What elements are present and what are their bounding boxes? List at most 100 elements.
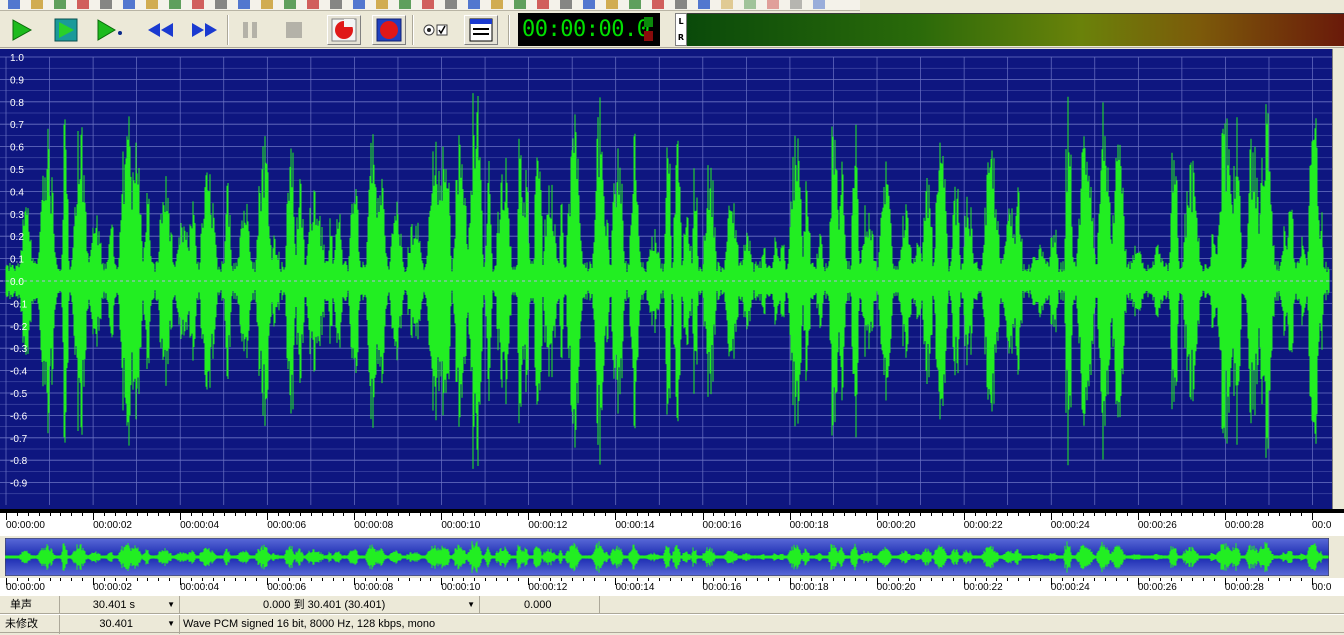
toolbar-mini-icon[interactable]: [169, 0, 181, 9]
toolbar-mini-icon[interactable]: [307, 0, 319, 9]
overview-timeline-ruler[interactable]: 00:00:00 00:00:02 00:00:04 00:00:06 00:00:08…: [0, 578, 1344, 595]
ruler-tick: [648, 513, 650, 516]
rewind-button[interactable]: [143, 15, 177, 45]
ruler-tick: [16, 513, 18, 516]
toolbar-mini-icon[interactable]: [790, 0, 802, 9]
pause-button[interactable]: [233, 15, 267, 45]
status-led-green: [644, 17, 653, 27]
ruler-tick-label: 00:00:08: [354, 582, 394, 593]
ruler-tick: [680, 578, 682, 581]
play-selection-button[interactable]: [49, 15, 83, 45]
ruler-tick-label: 00:00:22: [963, 582, 1003, 593]
timeline-ruler[interactable]: 00:00:00 00:00:02 00:00:04 00:00:06 00:00:08…: [0, 509, 1344, 536]
selection-dropdown[interactable]: 0.000 到 30.401 (30.401) ▼: [180, 596, 480, 615]
ruler-tick: [550, 513, 552, 516]
toolbar-mini-icon[interactable]: [100, 0, 112, 9]
toolbar-mini-icon[interactable]: [330, 0, 342, 9]
length2-text: 30.401: [99, 618, 133, 630]
ruler-tick: [125, 578, 127, 581]
ruler-tick: [778, 513, 780, 516]
ruler-tick: [158, 513, 160, 516]
stop-button[interactable]: [277, 15, 311, 45]
toolbar-mini-icon[interactable]: [652, 0, 664, 9]
toolbar-mini-icon[interactable]: [514, 0, 526, 9]
ruler-tick: [626, 578, 628, 581]
amplitude-tick-label: 0.4: [10, 187, 24, 198]
toolbar-mini-icon[interactable]: [606, 0, 618, 9]
toolbar-mini-icon[interactable]: [31, 0, 43, 9]
record-new-button[interactable]: [372, 15, 406, 45]
toolbar-mini-icon[interactable]: [537, 0, 549, 9]
audio-editor-window: 00:00:00.0 L R 1.0 0.9 0.8 0.7 0.6 0.5 0.4 0.3 0…: [0, 0, 1344, 635]
ruler-tick: [571, 513, 573, 516]
toolbar-mini-icon[interactable]: [721, 0, 733, 9]
toolbar-mini-icon[interactable]: [675, 0, 687, 9]
toolbar-mini-icon[interactable]: [261, 0, 273, 9]
ruler-tick: [495, 513, 497, 516]
view-window-button[interactable]: [464, 15, 498, 45]
length-dropdown[interactable]: 30.401 s ▼: [60, 596, 180, 615]
toolbar-mini-icon[interactable]: [560, 0, 572, 9]
radio-check-icon: [423, 24, 448, 36]
play-button[interactable]: [4, 15, 38, 45]
ruler-tick: [343, 578, 345, 581]
vertical-scrollbar[interactable]: [1332, 49, 1344, 509]
ruler-tick-label: 00:00:28: [1224, 582, 1264, 593]
toolbar-mini-icon[interactable]: [353, 0, 365, 9]
ruler-tick-label: 00:0: [1312, 520, 1332, 531]
toolbar-mini-icon[interactable]: [698, 0, 710, 9]
ruler-tick: [724, 578, 726, 581]
toolbar-mini-icon[interactable]: [77, 0, 89, 9]
fast-forward-button[interactable]: [188, 15, 222, 45]
toolbar-mini-icon[interactable]: [238, 0, 250, 9]
ruler-tick: [1072, 513, 1074, 516]
ruler-tick: [201, 513, 203, 516]
toolbar-mini-icon[interactable]: [422, 0, 434, 9]
ruler-tick: [659, 578, 660, 581]
toolbar-mini-icon[interactable]: [192, 0, 204, 9]
toolbar-mini-icon[interactable]: [813, 0, 825, 9]
record-button[interactable]: [327, 15, 361, 45]
waveform-panel[interactable]: 1.0 0.9 0.8 0.7 0.6 0.5 0.4 0.3 0.2 0.1 0.0 -0.1 -0.…: [0, 49, 1344, 509]
ruler-tick: [669, 578, 671, 581]
ruler-tick: [854, 578, 856, 581]
ruler-tick: [746, 578, 748, 581]
ruler-tick: [517, 513, 519, 516]
toolbar-mini-icon[interactable]: [767, 0, 779, 9]
toolbar-mini-icon[interactable]: [744, 0, 756, 9]
ruler-tick: [103, 513, 105, 516]
waveform-view[interactable]: 1.0 0.9 0.8 0.7 0.6 0.5 0.4 0.3 0.2 0.1 0.0 -0.1 -0.…: [0, 49, 1332, 509]
toolbar-mini-icon[interactable]: [123, 0, 135, 9]
ruler-tick: [865, 513, 867, 516]
overview-waveform[interactable]: [5, 538, 1329, 576]
overview-panel[interactable]: [0, 536, 1344, 578]
ruler-tick: [1116, 578, 1118, 581]
ruler-tick: [691, 513, 693, 516]
ruler-tick: [484, 513, 486, 516]
length2-dropdown[interactable]: 30.401 ▼: [60, 615, 180, 634]
toolbar-mini-icon[interactable]: [468, 0, 480, 9]
amplitude-tick-label: 0.5: [10, 165, 24, 176]
toolbar-mini-icon[interactable]: [54, 0, 66, 9]
amplitude-tick-label: -0.2: [10, 322, 28, 333]
toolbar-mini-icon[interactable]: [399, 0, 411, 9]
toolbar-mini-icon[interactable]: [284, 0, 296, 9]
ruler-tick: [767, 578, 769, 581]
toolbar-mini-icon[interactable]: [8, 0, 20, 9]
play-to-end-icon: [54, 18, 78, 42]
ruler-tick: [234, 578, 236, 581]
toolbar-mini-icon[interactable]: [629, 0, 641, 9]
toolbar-mini-icon[interactable]: [445, 0, 457, 9]
ruler-tick: [245, 578, 247, 581]
toolbar-mini-icon[interactable]: [376, 0, 388, 9]
ruler-tick: [473, 513, 475, 516]
ruler-tick: [756, 578, 758, 581]
toolbar-mini-icon[interactable]: [215, 0, 227, 9]
ruler-tick: [1039, 578, 1041, 581]
play-from-cursor-button[interactable]: [92, 15, 126, 45]
ruler-tick: [506, 578, 508, 581]
toolbar-mini-icon[interactable]: [583, 0, 595, 9]
toolbar-mini-icon[interactable]: [491, 0, 503, 9]
monitor-options-button[interactable]: [419, 15, 453, 45]
toolbar-mini-icon[interactable]: [146, 0, 158, 9]
